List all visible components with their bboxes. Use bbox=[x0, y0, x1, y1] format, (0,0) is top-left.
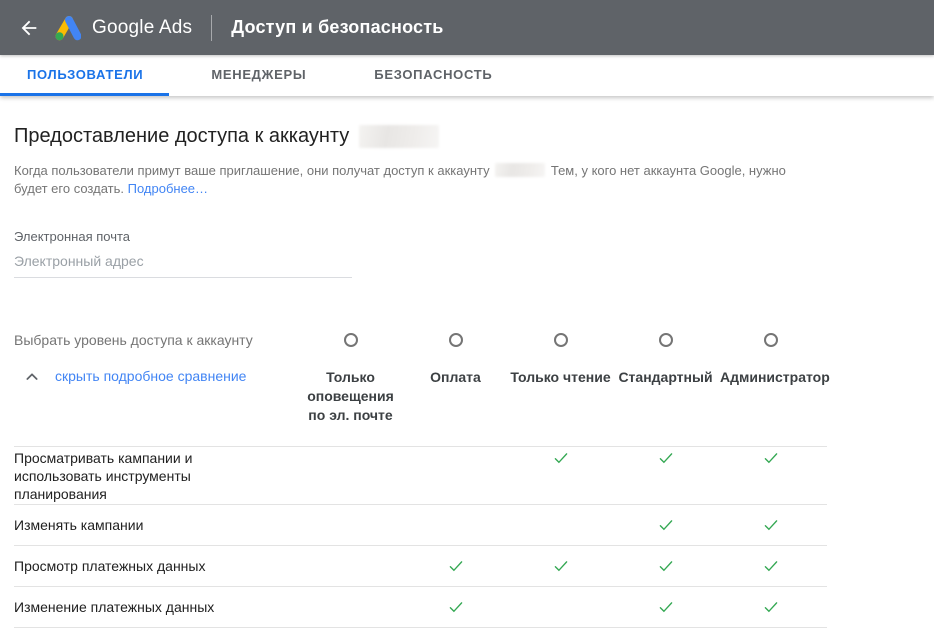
check-icon bbox=[657, 598, 675, 616]
access-level-radio-1[interactable] bbox=[449, 333, 463, 347]
access-level-radio-cell bbox=[403, 333, 508, 347]
permission-label: Просматривать кампании и использовать ин… bbox=[14, 449, 222, 503]
tab-managers[interactable]: МЕНЕДЖЕРЫ bbox=[185, 55, 332, 96]
check-icon bbox=[552, 557, 570, 575]
description: Когда пользователи примут ваше приглашен… bbox=[14, 162, 808, 198]
permission-label: Изменение платежных данных bbox=[14, 598, 222, 616]
learn-more-link[interactable]: Подробнее… bbox=[128, 181, 208, 196]
permission-granted-cell bbox=[718, 516, 823, 534]
permission-granted-cell bbox=[403, 557, 508, 575]
check-icon bbox=[762, 516, 780, 534]
access-level-prompt: Выбрать уровень доступа к аккаунту bbox=[14, 332, 298, 348]
access-level-label: Оплата bbox=[403, 368, 508, 387]
access-level-label: Администратор bbox=[718, 368, 823, 387]
email-label: Электронная почта bbox=[14, 229, 934, 244]
access-level-radio-row: Выбрать уровень доступа к аккаунту bbox=[14, 323, 827, 357]
page-title: Предоставление доступа к аккаунту bbox=[14, 125, 934, 148]
access-level-radio-4[interactable] bbox=[764, 333, 778, 347]
redacted-account-id-inline bbox=[495, 163, 545, 177]
check-icon bbox=[552, 449, 570, 467]
permission-label: Просмотр платежных данных bbox=[14, 557, 222, 575]
check-icon bbox=[447, 598, 465, 616]
check-icon bbox=[657, 557, 675, 575]
access-level-radio-cell bbox=[508, 333, 613, 347]
permission-granted-cell bbox=[508, 449, 613, 467]
access-level-radio-cell bbox=[298, 333, 403, 347]
page-title-text: Предоставление доступа к аккаунту bbox=[14, 125, 349, 148]
check-icon bbox=[762, 598, 780, 616]
email-block: Электронная почта bbox=[14, 229, 934, 278]
tab-bar: ПОЛЬЗОВАТЕЛИ МЕНЕДЖЕРЫ БЕЗОПАСНОСТЬ bbox=[0, 55, 934, 96]
permissions-table: Просматривать кампании и использовать ин… bbox=[14, 446, 827, 629]
access-level-label: Только оповещения по эл. почте bbox=[298, 368, 403, 425]
brand-name: Google Ads bbox=[92, 17, 192, 39]
permission-granted-cell bbox=[613, 557, 718, 575]
permission-label: Изменять кампании bbox=[14, 516, 222, 534]
check-icon bbox=[762, 449, 780, 467]
permission-row: Изменение платежных данных bbox=[14, 587, 827, 628]
access-level-radio-cell bbox=[718, 333, 823, 347]
header-title: Доступ и безопасность bbox=[231, 17, 443, 38]
hide-comparison-link[interactable]: скрыть подробное сравнение bbox=[55, 368, 246, 384]
header-divider bbox=[211, 15, 212, 41]
access-level-radio-cell bbox=[613, 333, 718, 347]
access-level-radio-3[interactable] bbox=[659, 333, 673, 347]
access-level-radio-2[interactable] bbox=[554, 333, 568, 347]
comparison-toggle[interactable]: скрыть подробное сравнение bbox=[14, 368, 298, 385]
permission-granted-cell bbox=[508, 557, 613, 575]
permission-row: Изменять кампании bbox=[14, 505, 827, 546]
back-button[interactable] bbox=[14, 13, 44, 43]
google-ads-logo-icon bbox=[50, 12, 82, 44]
check-icon bbox=[657, 516, 675, 534]
description-part1: Когда пользователи примут ваше приглашен… bbox=[14, 163, 490, 178]
permission-granted-cell bbox=[718, 557, 823, 575]
permission-granted-cell bbox=[718, 598, 823, 616]
access-level-radio-0[interactable] bbox=[344, 333, 358, 347]
main-content: Предоставление доступа к аккаунту Когда … bbox=[0, 125, 934, 629]
permission-granted-cell bbox=[718, 449, 823, 467]
redacted-account-id bbox=[359, 125, 439, 148]
tab-security[interactable]: БЕЗОПАСНОСТЬ bbox=[348, 55, 518, 96]
app-header: Google Ads Доступ и безопасность bbox=[0, 0, 934, 55]
access-level-label: Только чтение bbox=[508, 368, 613, 387]
chevron-up-icon bbox=[24, 369, 40, 385]
email-input[interactable] bbox=[14, 247, 352, 278]
check-icon bbox=[447, 557, 465, 575]
permission-granted-cell bbox=[613, 598, 718, 616]
permission-granted-cell bbox=[403, 598, 508, 616]
access-level-label-row: скрыть подробное сравнение Только оповещ… bbox=[14, 368, 827, 425]
permission-row: Просмотр платежных данных bbox=[14, 546, 827, 587]
check-icon bbox=[762, 557, 780, 575]
permission-granted-cell bbox=[613, 516, 718, 534]
check-icon bbox=[657, 449, 675, 467]
back-arrow-icon bbox=[18, 17, 40, 39]
tab-users[interactable]: ПОЛЬЗОВАТЕЛИ bbox=[0, 55, 169, 96]
permission-row: Просматривать кампании и использовать ин… bbox=[14, 447, 827, 505]
access-level-label: Стандартный bbox=[613, 368, 718, 387]
permission-granted-cell bbox=[613, 449, 718, 467]
